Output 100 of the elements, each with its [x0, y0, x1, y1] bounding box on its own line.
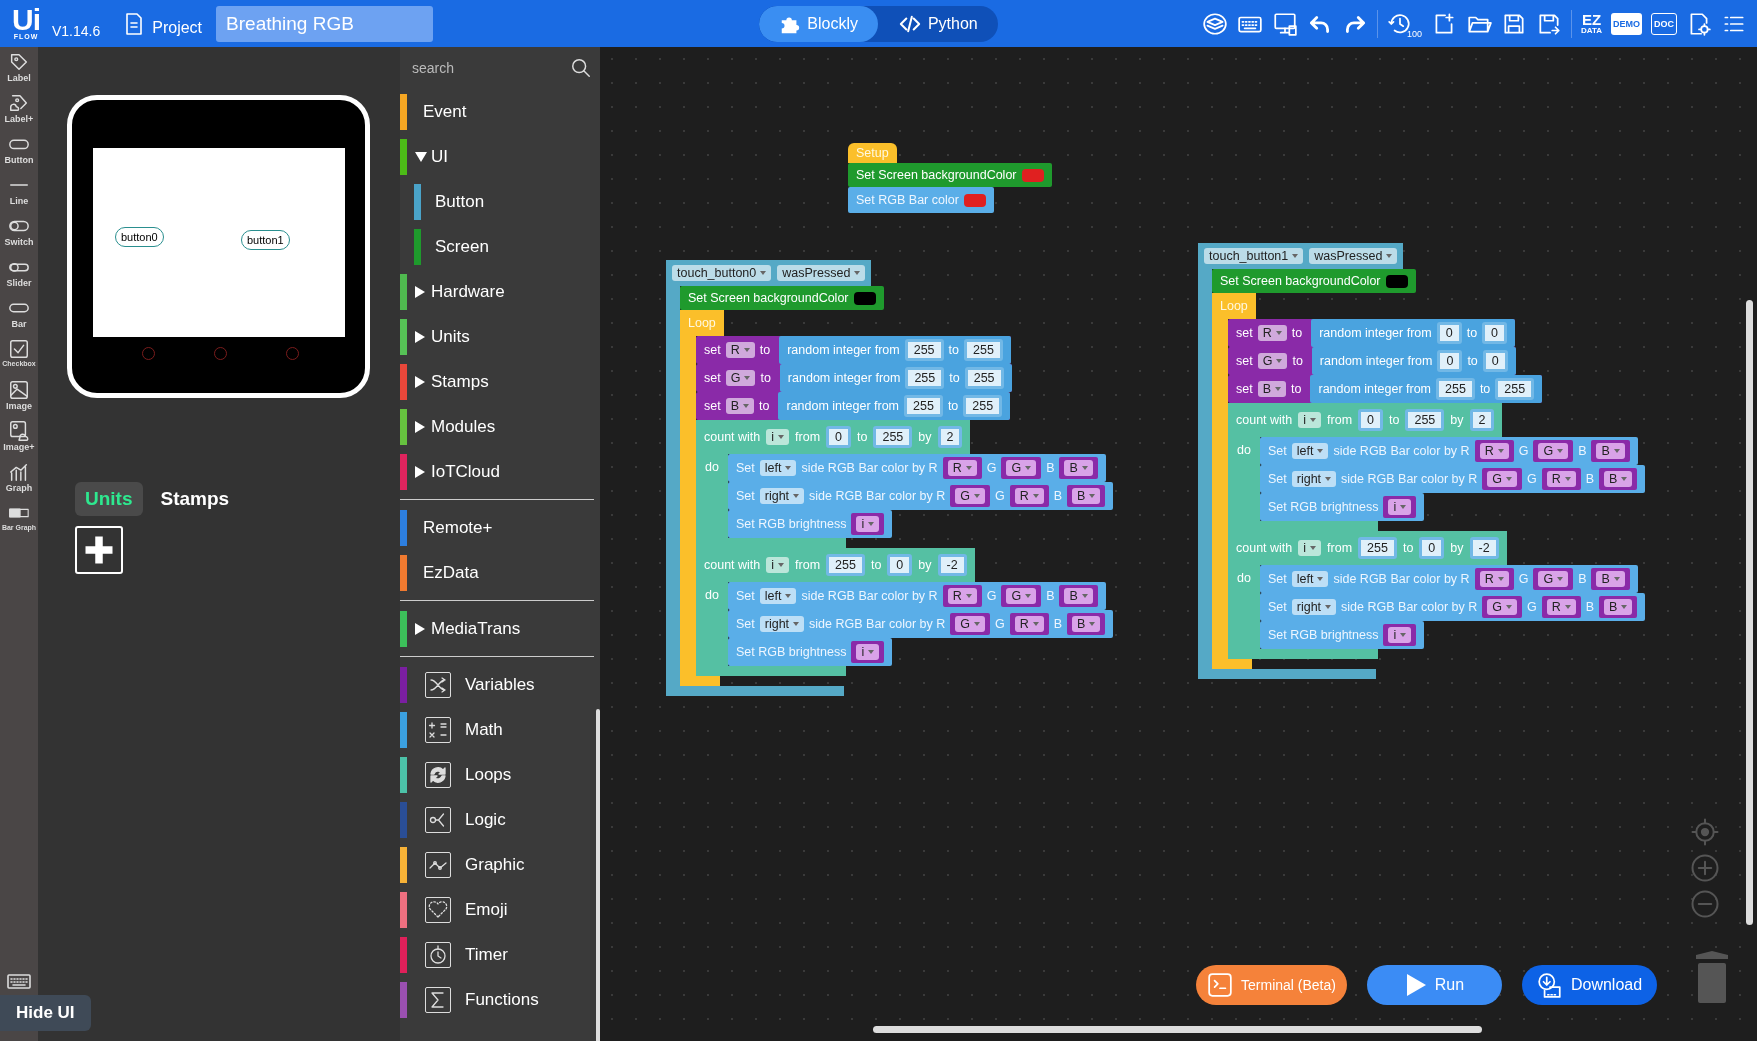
tag-icon[interactable] — [8, 51, 30, 73]
number-field[interactable]: 255 — [904, 339, 944, 361]
color-swatch[interactable] — [1385, 274, 1408, 288]
category-item[interactable]: MediaTrans — [431, 618, 521, 639]
project-button[interactable]: Project — [122, 10, 203, 37]
number-field[interactable]: 255 — [1436, 378, 1475, 400]
number-field[interactable]: 0 — [887, 554, 913, 576]
variable-dropdown[interactable]: G — [1006, 460, 1037, 476]
expanded-arrow-icon[interactable] — [415, 151, 427, 162]
screen-button[interactable]: button0 — [115, 227, 164, 247]
category-item[interactable]: Units — [431, 326, 470, 347]
mode-tab[interactable]: Python — [877, 5, 998, 42]
dropdown-field[interactable]: R — [1257, 325, 1287, 341]
doc-button[interactable]: DOC — [1651, 12, 1677, 35]
category-item[interactable]: Button — [435, 191, 485, 212]
variable-dropdown[interactable]: B — [1596, 443, 1625, 459]
number-field[interactable]: 255 — [905, 367, 945, 389]
variable-dropdown[interactable]: R — [1014, 488, 1044, 504]
dropdown-field[interactable]: i — [766, 429, 790, 445]
add-button[interactable] — [75, 526, 123, 574]
dropdown-field[interactable]: wasPressed — [1309, 248, 1398, 264]
category-item[interactable]: Stamps — [431, 371, 489, 392]
collapsed-arrow-icon[interactable] — [415, 622, 425, 635]
variable-dropdown[interactable]: R — [1014, 616, 1044, 632]
category-item[interactable]: Graphic — [465, 854, 525, 875]
variable-dropdown[interactable]: i — [1388, 499, 1412, 515]
widget-tool[interactable]: Graph — [5, 461, 33, 502]
number-field[interactable]: 0 — [826, 426, 851, 448]
number-field[interactable]: 255 — [1495, 378, 1535, 400]
panel-tab[interactable]: Units — [75, 482, 143, 516]
widget-tool[interactable]: Label+ — [4, 92, 34, 133]
image-plus-icon[interactable] — [8, 420, 30, 442]
widget-tool[interactable]: Line — [8, 174, 30, 215]
dropdown-field[interactable]: left — [1291, 571, 1329, 587]
scrollbar[interactable] — [596, 709, 600, 1041]
category-item[interactable]: Remote+ — [415, 517, 493, 538]
category-item[interactable]: Emoji — [465, 899, 508, 920]
category-item[interactable]: Timer — [465, 944, 508, 965]
variable-dropdown[interactable]: R — [1546, 599, 1576, 615]
image-icon[interactable] — [8, 379, 30, 401]
number-field[interactable]: 255 — [873, 426, 913, 448]
category-item[interactable]: Modules — [431, 416, 496, 437]
category-item[interactable]: Hardware — [431, 281, 505, 302]
variable-dropdown[interactable]: R — [947, 460, 977, 476]
variable-dropdown[interactable]: G — [1538, 571, 1569, 587]
variable-dropdown[interactable]: G — [955, 616, 985, 632]
color-swatch[interactable] — [853, 291, 876, 305]
category-item[interactable]: Event — [415, 101, 467, 122]
category-item[interactable]: IoTCloud — [431, 461, 500, 482]
variable-dropdown[interactable]: R — [1546, 471, 1576, 487]
graph-icon[interactable] — [8, 461, 30, 483]
collapsed-arrow-icon[interactable] — [415, 330, 425, 343]
dropdown-field[interactable]: B — [1257, 381, 1287, 397]
dropdown-field[interactable]: i — [766, 557, 790, 573]
number-field[interactable]: 255 — [964, 367, 1004, 389]
search-field[interactable]: search — [410, 59, 566, 77]
collapsed-arrow-icon[interactable] — [415, 420, 425, 433]
collapsed-arrow-icon[interactable] — [415, 375, 425, 388]
number-field[interactable]: 2 — [1469, 409, 1495, 431]
widget-tool[interactable]: Image — [6, 379, 32, 420]
variable-dropdown[interactable]: G — [1006, 588, 1037, 604]
widget-tool[interactable]: Slider — [6, 256, 32, 297]
history-button[interactable]: 100 — [1386, 10, 1422, 37]
number-field[interactable]: -2 — [937, 554, 967, 576]
tag-cloud-icon[interactable] — [8, 92, 30, 114]
dropdown-field[interactable]: touch_button1 — [1204, 248, 1304, 264]
dropdown-field[interactable]: i — [1298, 540, 1322, 556]
scrollbar[interactable] — [873, 1026, 1482, 1033]
demo-button[interactable]: DEMO — [1611, 12, 1642, 35]
screen-button[interactable]: button1 — [241, 230, 290, 250]
dropdown-field[interactable]: right — [759, 488, 805, 504]
widget-tool[interactable]: Bar — [8, 297, 30, 338]
variable-dropdown[interactable]: B — [1604, 599, 1633, 615]
dropdown-field[interactable]: right — [1291, 471, 1337, 487]
number-field[interactable]: 255 — [826, 554, 865, 576]
ez-data-button[interactable]: EZ DATA — [1580, 12, 1602, 35]
variable-dropdown[interactable]: R — [1479, 443, 1509, 459]
category-item[interactable]: Screen — [435, 236, 489, 257]
variable-dropdown[interactable]: i — [856, 644, 880, 660]
category-item[interactable]: Functions — [465, 989, 539, 1010]
color-swatch[interactable] — [963, 193, 986, 207]
variable-dropdown[interactable]: B — [1604, 471, 1633, 487]
collapsed-arrow-icon[interactable] — [415, 285, 425, 298]
search-icon[interactable] — [570, 57, 592, 79]
scrollbar[interactable] — [1746, 300, 1753, 925]
variable-dropdown[interactable]: G — [1487, 599, 1517, 615]
collapsed-arrow-icon[interactable] — [415, 465, 425, 478]
category-item[interactable]: Loops — [465, 764, 512, 785]
variable-dropdown[interactable]: B — [1064, 588, 1093, 604]
variable-dropdown[interactable]: G — [1487, 471, 1517, 487]
number-field[interactable]: -2 — [1469, 537, 1499, 559]
number-field[interactable]: 0 — [1482, 350, 1508, 372]
variable-dropdown[interactable]: B — [1064, 460, 1093, 476]
dropdown-field[interactable]: right — [759, 616, 805, 632]
number-field[interactable]: 0 — [1482, 322, 1508, 344]
variable-dropdown[interactable]: R — [947, 588, 977, 604]
dropdown-field[interactable]: G — [1257, 353, 1288, 369]
variable-dropdown[interactable]: G — [1538, 443, 1569, 459]
number-field[interactable]: 255 — [964, 339, 1003, 361]
number-field[interactable]: 0 — [1419, 537, 1445, 559]
